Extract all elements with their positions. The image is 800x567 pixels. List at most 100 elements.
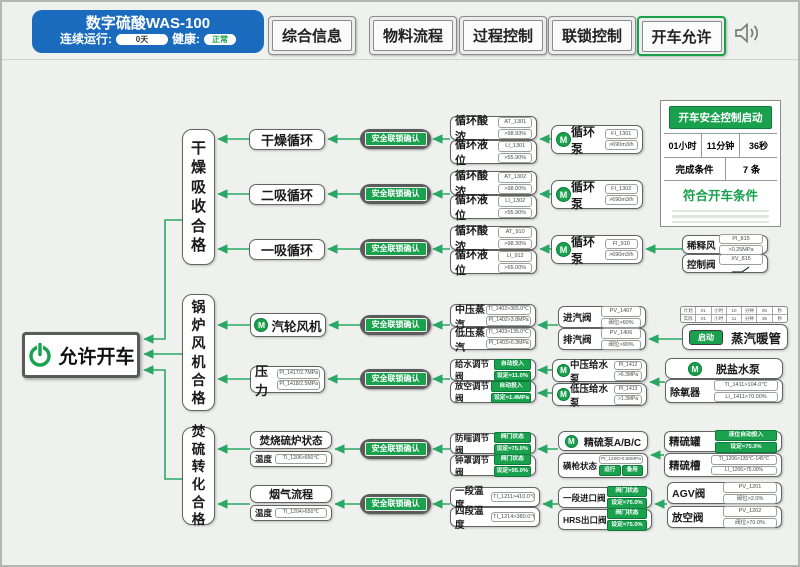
tag-value: TI_1211>410.0℃ xyxy=(491,492,535,502)
status-badge: 备用 xyxy=(622,465,644,475)
tab-startup-permit[interactable]: 开车允许 xyxy=(637,16,726,56)
pump-first: M 循环泵 FI_910 >690m3/h xyxy=(551,235,643,264)
app-title-card: 数字硫酸WAS-100 连续运行: 0天 健康: 正常 xyxy=(32,10,264,53)
status-badge: 设定=75.0% xyxy=(607,498,647,509)
startup-condition-status: 符合开车条件 xyxy=(664,181,777,207)
control-valve: 控制阀 XV_815 xyxy=(682,254,768,273)
tag-value: >690m3/h xyxy=(605,195,639,205)
tag-value: FI_1301 xyxy=(605,129,639,139)
permit-start-button[interactable]: 允许开车 xyxy=(22,332,140,378)
tag-value: >55.90% xyxy=(498,153,532,163)
health-status-badge: 正常 xyxy=(204,34,236,46)
tag-value: TI_1403>135.0℃ xyxy=(486,328,531,338)
completed-conditions-count: 7 条 xyxy=(726,158,777,180)
status-badge: 阀门状态 xyxy=(607,508,647,519)
runtime-label: 连续运行: xyxy=(60,32,112,46)
completed-conditions-label: 完成条件 xyxy=(664,158,726,180)
elapsed-minutes: 11分钟 xyxy=(702,134,740,157)
tab-interlock-control[interactable]: 联锁控制 xyxy=(548,16,636,55)
runtime-value: 0天 xyxy=(116,34,168,46)
startup-safety-control-button[interactable]: 开车安全控制启动 xyxy=(669,106,772,129)
mp-feed-pump: M 中压给水泵 PI_1412 >6.3MPa xyxy=(552,359,647,382)
status-badge: 设定=75.0% xyxy=(607,520,647,531)
sulfur-pumps: M 精硫泵A/B/C xyxy=(558,431,648,451)
motor-icon: M xyxy=(557,364,570,377)
tag-value: AT_910 xyxy=(498,227,532,237)
tag-value: PI_1417/2.7MPa xyxy=(277,369,320,379)
tag-value: PI_815 xyxy=(719,234,763,244)
tag-value: >98.30% xyxy=(498,239,532,249)
interlock-confirm-button-7[interactable]: 安全联锁确认 xyxy=(360,494,431,514)
tag-value: >98.93% xyxy=(498,129,532,139)
interlock-confirm-button-3[interactable]: 安全联锁确认 xyxy=(360,239,431,259)
tag-value: PV_1201 xyxy=(723,482,777,492)
steam-warming-start-button[interactable]: 启动 xyxy=(689,330,723,345)
steam-exhaust-valve: 排汽阀 PV_1406 阀位>90% xyxy=(558,328,646,350)
startup-safety-panel: 开车安全控制启动 01小时 11分钟 36秒 完成条件 7 条 符合开车条件 xyxy=(660,100,781,227)
status-badge: 设定=75.0% xyxy=(494,444,531,455)
group-sulfur-convert: 焚硫转化合格 xyxy=(182,427,215,525)
interlock-confirm-button-1[interactable]: 安全联锁确认 xyxy=(360,129,431,149)
speaker-icon[interactable] xyxy=(733,20,763,51)
furnace-temp: 温度 TI_1206>650℃ xyxy=(250,451,332,467)
steam-warming-schedule: 计划01 小时10 分钟00 秒 实际01 小时11 分钟36 秒 xyxy=(680,306,788,323)
tag-value: LI_1301 xyxy=(498,141,532,151)
vent-valve: 放空阀 PV_1202 阀位>70.0% xyxy=(667,506,782,528)
tab-overview[interactable]: 综合信息 xyxy=(268,16,356,55)
tag-value: 阀位>90% xyxy=(601,340,641,350)
condition-list-line xyxy=(672,221,769,223)
elapsed-seconds: 36秒 xyxy=(740,134,777,157)
sulfur-gun-status: 磺枪状态 PI_1205>0.50MPa 运行 备用 xyxy=(558,453,648,478)
status-badge: 设定=75.0% xyxy=(715,442,777,453)
stage4-temp: 四段温度 TI_1214>380.0℃ xyxy=(450,507,540,527)
anti-surge-valve: 防喘调节阀 阀门状态 设定=75.0% xyxy=(450,433,536,454)
tag-value: >690m3/h xyxy=(605,140,639,150)
tag-value: PV_1406 xyxy=(601,328,641,338)
status-badge: 阀门状态 xyxy=(494,432,531,443)
pump-dry: M 循环泵 FI_1301 >690m3/h xyxy=(551,125,643,154)
status-badge: 阀门状态 xyxy=(494,454,531,465)
status-badge: 自动投入 xyxy=(491,381,531,392)
tag-value: 阀位>70.0% xyxy=(723,518,777,528)
pressure-box: 压力 PI_1417/2.7MPa PI_1418/2.5MPa xyxy=(250,366,325,393)
elapsed-hours: 01小时 xyxy=(664,134,702,157)
tag-value: PI_1418/2.5MPa xyxy=(277,380,320,390)
motor-icon: M xyxy=(565,435,578,448)
status-badge: 设定=95.0% xyxy=(494,466,531,477)
tab-process-control[interactable]: 过程控制 xyxy=(459,16,547,55)
dilution-air: 稀释风 PI_815 >0.25MPa xyxy=(682,235,768,254)
tag-value: LI_1302 xyxy=(498,196,532,206)
flue-temp: 温度 TI_1204>650℃ xyxy=(250,505,332,521)
refined-sulfur-trough: 精硫槽 TI_1206>135℃-145℃ LI_1206>75.00% xyxy=(664,453,782,477)
tag-value: TI_1411>104.0℃ xyxy=(714,380,778,390)
condition-list-line xyxy=(672,210,769,212)
permit-start-label: 允许开车 xyxy=(58,342,134,369)
status-badge: 设定=1.4MPa xyxy=(491,393,531,404)
interlock-confirm-button-4[interactable]: 安全联锁确认 xyxy=(360,315,431,335)
tab-material-flow[interactable]: 物料流程 xyxy=(369,16,457,55)
refined-sulfur-tank: 精硫罐 液位自动投入 设定=75.0% xyxy=(664,431,782,452)
status-badge: 液位自动投入 xyxy=(715,430,777,441)
interlock-confirm-button-6[interactable]: 安全联锁确认 xyxy=(360,439,431,459)
interlock-confirm-button-5[interactable]: 安全联锁确认 xyxy=(360,369,431,389)
bell-control-valve: 钟罩调节阀 阀门状态 设定=95.0% xyxy=(450,455,536,476)
status-badge: 自动投入 xyxy=(494,359,531,370)
deaerator: 除氧器 TI_1411>104.0℃ LI_1411>70.00% xyxy=(665,379,783,403)
motor-icon: M xyxy=(556,242,571,257)
feedwater-control-valve: 给水调节阀 自动投入 设定=11.0% xyxy=(450,359,536,381)
motor-icon: M xyxy=(556,187,571,202)
tag-value: >1.3MPa xyxy=(614,395,642,405)
tag-value: TI_1204>650℃ xyxy=(275,508,327,518)
tag-value: LI_1206>75.00% xyxy=(711,466,777,476)
tag-value: FI_1302 xyxy=(605,184,639,194)
tag-value: PI_1403>0.3MPa xyxy=(486,339,531,349)
status-badge: 设定=11.0% xyxy=(494,371,531,382)
tag-value: PV_1407 xyxy=(601,306,641,316)
tag-value: TI_1402>365.0℃ xyxy=(486,305,531,315)
tag-value: >6.3MPa xyxy=(614,371,642,381)
motor-icon: M xyxy=(254,318,268,332)
interlock-confirm-button-2[interactable]: 安全联锁确认 xyxy=(360,184,431,204)
hrs-outlet-valve: HRS出口阀 阀门状态 设定=75.0% xyxy=(558,509,652,530)
furnace-status: 焚烧硫炉状态 xyxy=(250,431,332,449)
tag-value: FI_910 xyxy=(605,239,639,249)
